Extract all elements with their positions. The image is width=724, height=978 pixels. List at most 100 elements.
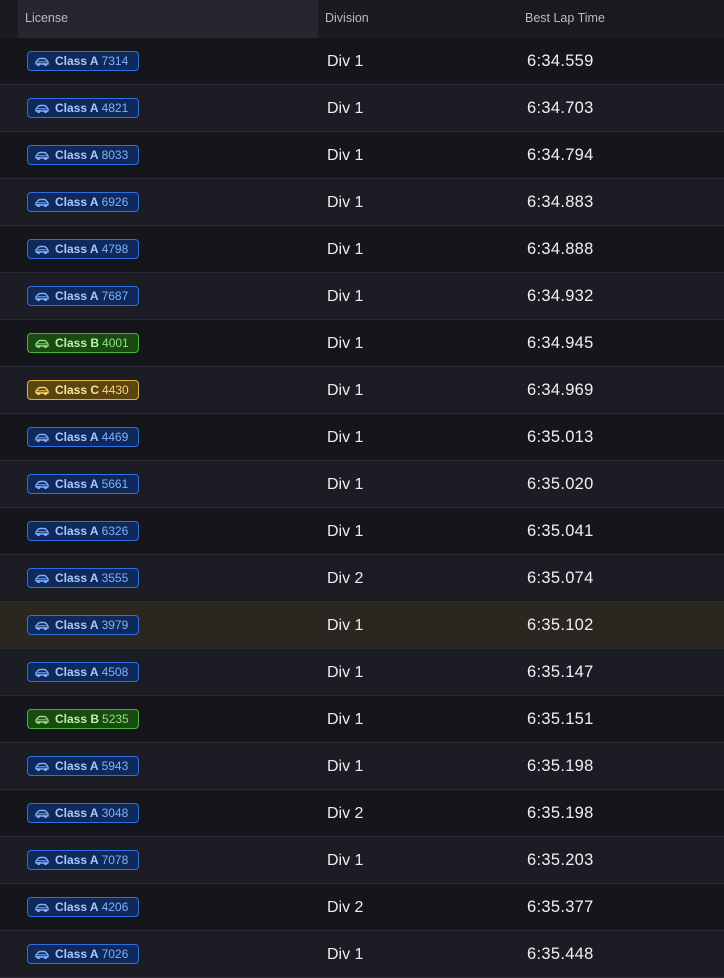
license-number: 3979 <box>101 618 129 632</box>
division-cell: Div 1 <box>327 617 364 634</box>
table-row[interactable]: Class B 5235 Div 1 6:35.151 <box>0 696 724 743</box>
license-badge[interactable]: Class A 6326 <box>27 521 139 541</box>
license-class: Class A <box>55 289 99 303</box>
table-row[interactable]: Class A 6926 Div 1 6:34.883 <box>0 179 724 226</box>
license-badge[interactable]: Class A 5661 <box>27 474 139 494</box>
table-row[interactable]: Class A 5943 Div 1 6:35.198 <box>0 743 724 790</box>
best-lap-time-cell: 6:34.888 <box>527 240 594 258</box>
division-cell: Div 1 <box>327 53 364 70</box>
license-class: Class B <box>55 712 100 726</box>
license-class: Class A <box>55 806 99 820</box>
division-cell: Div 1 <box>327 382 364 399</box>
car-icon <box>34 902 50 913</box>
column-header-best-lap-time[interactable]: Best Lap Time <box>525 0 605 38</box>
car-icon <box>34 432 50 443</box>
table-row[interactable]: Class A 8033 Div 1 6:34.794 <box>0 132 724 179</box>
division-cell: Div 1 <box>327 758 364 775</box>
division-cell: Div 1 <box>327 335 364 352</box>
car-icon <box>34 855 50 866</box>
license-badge[interactable]: Class A 3048 <box>27 803 139 823</box>
license-number: 4206 <box>101 900 129 914</box>
license-number: 7314 <box>101 54 129 68</box>
license-badge[interactable]: Class A 4798 <box>27 239 139 259</box>
best-lap-time-cell: 6:35.074 <box>527 569 594 587</box>
table-row[interactable]: Class A 3555 Div 2 6:35.074 <box>0 555 724 602</box>
table-row[interactable]: Class A 4508 Div 1 6:35.147 <box>0 649 724 696</box>
license-badge[interactable]: Class A 7078 <box>27 850 139 870</box>
best-lap-time-cell: 6:34.945 <box>527 334 594 352</box>
division-cell: Div 1 <box>327 194 364 211</box>
car-icon <box>34 479 50 490</box>
car-icon <box>34 573 50 584</box>
car-icon <box>34 244 50 255</box>
column-header-license[interactable]: License <box>18 0 318 38</box>
license-number: 3048 <box>101 806 129 820</box>
table-row[interactable]: Class A 4469 Div 1 6:35.013 <box>0 414 724 461</box>
car-icon <box>34 56 50 67</box>
license-badge[interactable]: Class A 4508 <box>27 662 139 682</box>
table-row[interactable]: Class A 4206 Div 2 6:35.377 <box>0 884 724 931</box>
license-class: Class A <box>55 947 99 961</box>
table-row[interactable]: Class A 5661 Div 1 6:35.020 <box>0 461 724 508</box>
car-icon <box>34 103 50 114</box>
license-number: 6926 <box>101 195 129 209</box>
car-icon <box>34 385 50 396</box>
table-row[interactable]: Class B 4001 Div 1 6:34.945 <box>0 320 724 367</box>
best-lap-time-cell: 6:35.013 <box>527 428 594 446</box>
license-number: 7026 <box>101 947 129 961</box>
car-icon <box>34 808 50 819</box>
division-cell: Div 2 <box>327 899 364 916</box>
license-badge[interactable]: Class A 3555 <box>27 568 139 588</box>
license-class: Class A <box>55 618 99 632</box>
license-number: 6326 <box>101 524 129 538</box>
license-badge[interactable]: Class C 4430 <box>27 380 139 400</box>
best-lap-time-cell: 6:35.198 <box>527 804 594 822</box>
license-badge[interactable]: Class A 7026 <box>27 944 139 964</box>
license-class: Class B <box>55 336 100 350</box>
best-lap-time-cell: 6:34.969 <box>527 381 594 399</box>
license-class: Class A <box>55 242 99 256</box>
license-number: 4821 <box>101 101 129 115</box>
license-badge[interactable]: Class A 7314 <box>27 51 139 71</box>
license-badge[interactable]: Class B 4001 <box>27 333 139 353</box>
table-row[interactable]: Class A 4821 Div 1 6:34.703 <box>0 85 724 132</box>
column-header-division[interactable]: Division <box>325 0 369 38</box>
table-row[interactable]: Class A 4798 Div 1 6:34.888 <box>0 226 724 273</box>
division-cell: Div 2 <box>327 805 364 822</box>
table-row[interactable]: Class A 3979 Div 1 6:35.102 <box>0 602 724 649</box>
license-class: Class A <box>55 900 99 914</box>
table-row[interactable]: Class A 7026 Div 1 6:35.448 <box>0 931 724 978</box>
table-row[interactable]: Class A 3048 Div 2 6:35.198 <box>0 790 724 837</box>
license-badge[interactable]: Class A 7687 <box>27 286 139 306</box>
table-row[interactable]: Class A 7078 Div 1 6:35.203 <box>0 837 724 884</box>
division-cell: Div 2 <box>327 570 364 587</box>
license-badge[interactable]: Class A 4821 <box>27 98 139 118</box>
license-badge[interactable]: Class A 8033 <box>27 145 139 165</box>
license-badge[interactable]: Class A 3979 <box>27 615 139 635</box>
license-number: 5943 <box>101 759 129 773</box>
license-badge[interactable]: Class A 5943 <box>27 756 139 776</box>
best-lap-time-cell: 6:35.377 <box>527 898 594 916</box>
license-badge[interactable]: Class A 4469 <box>27 427 139 447</box>
license-class: Class A <box>55 759 99 773</box>
license-badge[interactable]: Class A 4206 <box>27 897 139 917</box>
best-lap-time-cell: 6:34.559 <box>527 52 594 70</box>
car-icon <box>34 291 50 302</box>
division-cell: Div 1 <box>327 288 364 305</box>
license-badge[interactable]: Class A 6926 <box>27 192 139 212</box>
division-cell: Div 1 <box>327 476 364 493</box>
table-row[interactable]: Class C 4430 Div 1 6:34.969 <box>0 367 724 414</box>
license-class: Class C <box>55 383 100 397</box>
table-row[interactable]: Class A 7687 Div 1 6:34.932 <box>0 273 724 320</box>
best-lap-time-cell: 6:35.198 <box>527 757 594 775</box>
license-class: Class A <box>55 148 99 162</box>
table-row[interactable]: Class A 6326 Div 1 6:35.041 <box>0 508 724 555</box>
license-class: Class A <box>55 54 99 68</box>
division-cell: Div 1 <box>327 664 364 681</box>
license-badge[interactable]: Class B 5235 <box>27 709 139 729</box>
license-number: 3555 <box>101 571 129 585</box>
license-number: 5661 <box>101 477 129 491</box>
division-cell: Div 1 <box>327 946 364 963</box>
license-class: Class A <box>55 477 99 491</box>
table-row[interactable]: Class A 7314 Div 1 6:34.559 <box>0 38 724 85</box>
